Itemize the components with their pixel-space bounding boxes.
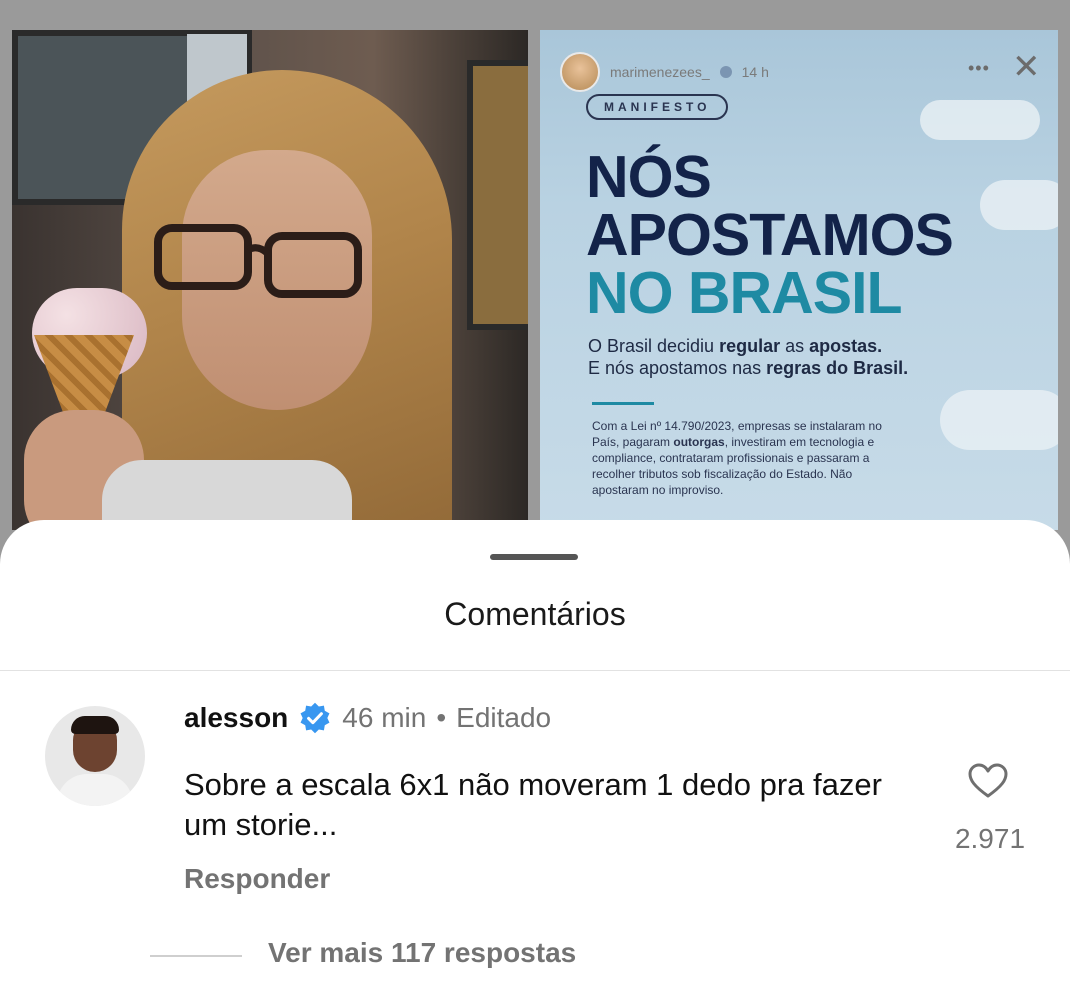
headline-line-3: NO BRASIL <box>586 260 902 326</box>
meta-separator: • <box>436 702 447 733</box>
view-more-replies-button[interactable]: Ver mais 117 respostas <box>268 937 576 969</box>
more-options-icon[interactable]: ••• <box>968 58 990 79</box>
photo-glasses <box>154 224 362 298</box>
comment-meta: alesson 46 min • Editado <box>184 701 551 735</box>
heart-icon[interactable] <box>968 763 1008 799</box>
avatar-hair <box>71 716 119 734</box>
reply-button[interactable]: Responder <box>184 863 330 895</box>
comment-time: 46 min <box>342 702 427 733</box>
comment-item: alesson 46 min • Editado Sobre a escala … <box>0 671 1070 988</box>
body-bold: outorgas <box>673 435 725 449</box>
subtitle-bold: apostas. <box>809 336 883 356</box>
comment-text: Sobre a escala 6x1 não moveram 1 dedo pr… <box>184 767 882 842</box>
manifesto-pill: MANIFESTO <box>586 94 729 120</box>
like-count: 2.971 <box>954 823 1026 854</box>
comment-username[interactable]: alesson <box>184 702 288 734</box>
avatar[interactable] <box>45 706 145 806</box>
story-header: marimenezees_ 14 h <box>560 52 769 92</box>
replies-line <box>150 955 242 957</box>
story-username[interactable]: marimenezees_ <box>610 64 710 80</box>
manifesto-body: Com a Lei nº 14.790/2023, empresas se in… <box>592 418 892 498</box>
story-backdrop: marimenezees_ 14 h ••• ✕ MANIFESTO NÓS A… <box>0 0 1070 560</box>
headline-line-1: NÓS <box>586 144 712 210</box>
subtitle-bold: regras do Brasil. <box>766 358 909 378</box>
edited-label: Editado <box>456 702 552 733</box>
subtitle-bold: regular <box>719 336 781 356</box>
subtitle-text: as <box>780 336 810 356</box>
photo-door <box>467 60 528 330</box>
sheet-grabber[interactable] <box>490 554 578 560</box>
subtitle-text: O Brasil decidiu <box>588 336 720 356</box>
story-photo[interactable] <box>12 30 528 530</box>
manifesto-subtitle: O Brasil decidiu regular as apostas. E n… <box>588 335 908 379</box>
verified-badge-icon <box>719 66 732 78</box>
accent-rule <box>592 402 654 405</box>
sheet-title: Comentários <box>444 596 626 632</box>
story-time: 14 h <box>741 64 769 80</box>
cloud <box>940 390 1058 450</box>
close-icon[interactable]: ✕ <box>1012 50 1041 84</box>
headline-line-2: APOSTAMOS <box>586 202 954 268</box>
manifesto-headline: NÓS APOSTAMOS NO BRASIL <box>586 144 954 326</box>
verified-badge-icon <box>300 702 330 734</box>
story-manifesto[interactable]: marimenezees_ 14 h ••• ✕ MANIFESTO NÓS A… <box>540 30 1058 530</box>
subtitle-text: E nós apostamos nas <box>588 358 767 378</box>
comments-sheet: Comentários alesson 46 min • Editado Sob… <box>0 520 1070 988</box>
avatar-body <box>57 774 133 806</box>
story-avatar[interactable] <box>560 52 600 92</box>
cloud <box>920 100 1040 140</box>
cloud <box>980 180 1058 230</box>
